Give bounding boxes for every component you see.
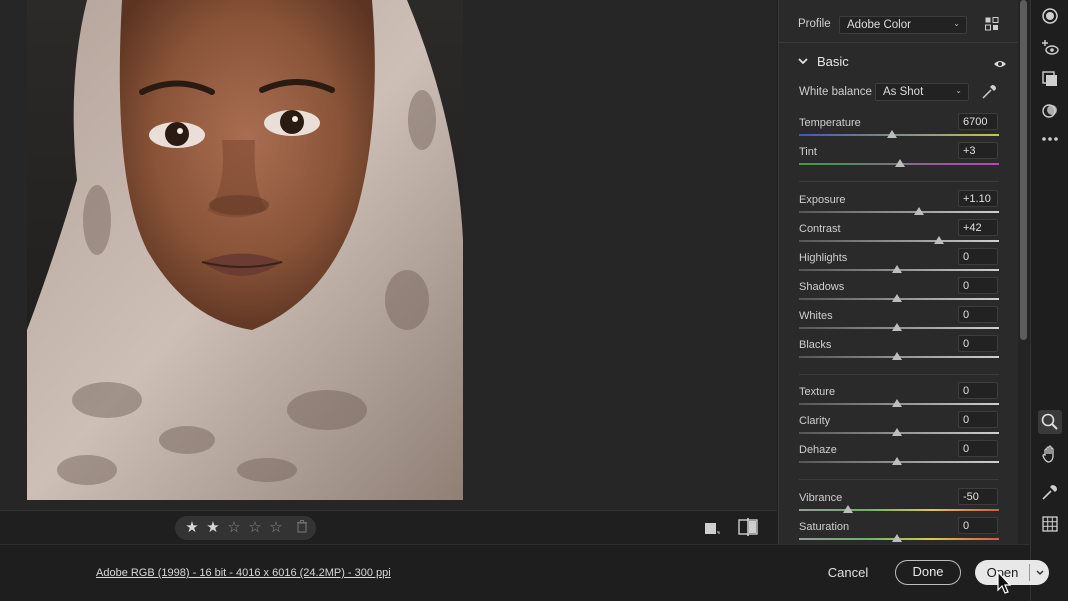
slider-value-input[interactable]: 0 [958,335,998,352]
slider-value-input[interactable]: +42 [958,219,998,236]
eye-icon[interactable] [993,56,1007,67]
slider-label: Exposure [799,194,846,206]
slider-value-input[interactable]: 0 [958,306,998,323]
slider-value-input[interactable]: 0 [958,517,998,534]
hand-icon[interactable] [1040,444,1060,464]
before-after-icon[interactable] [704,520,720,536]
masking-icon[interactable] [1040,69,1060,89]
slider-thumb[interactable] [914,207,924,215]
profile-select[interactable]: Adobe Color ⌄ [839,16,967,34]
star-rating[interactable]: ★ ★ ☆ ☆ ☆ [175,516,316,540]
slider-thumb[interactable] [892,265,902,273]
white-balance-select[interactable]: As Shot ⌄ [875,83,969,101]
white-balance-label: White balance [799,86,872,98]
slider-label: Saturation [799,521,850,533]
eyedropper-icon[interactable] [981,84,997,100]
slider-value-input[interactable]: 0 [958,440,998,457]
slider-thumb[interactable] [892,323,902,331]
blacks-slider[interactable]: Blacks 0 [779,335,1019,368]
slider-value-input[interactable]: 0 [958,382,998,399]
profile-value: Adobe Color [847,19,911,31]
slider-value-input[interactable]: 0 [958,411,998,428]
footer-bar: Adobe RGB (1998) - 16 bit - 4016 x 6016 … [0,544,1049,601]
portrait-photo [27,0,463,500]
trash-icon[interactable] [294,520,310,536]
chevron-down-icon[interactable] [797,54,809,66]
open-button-group: Open [975,560,1049,585]
slider-track[interactable] [799,240,999,242]
slider-label: Dehaze [799,444,837,456]
slider-value-input[interactable]: 0 [958,248,998,265]
slider-value-input[interactable]: -50 [958,488,998,505]
slider-value-input[interactable]: 6700 [958,113,998,130]
slider-label: Clarity [799,415,831,427]
star-icon[interactable]: ★ [184,520,200,536]
slider-thumb[interactable] [892,457,902,465]
camera-raw-window: ★ ★ ☆ ☆ ☆ Profile Adobe Color ⌄ Basic Wh… [0,0,1068,601]
workflow-options-link[interactable]: Adobe RGB (1998) - 16 bit - 4016 x 6016 … [96,567,391,579]
slider-thumb[interactable] [895,159,905,167]
slider-value-input[interactable]: +1.10 [958,190,998,207]
slider-thumb[interactable] [892,428,902,436]
slider-track[interactable] [799,134,999,136]
dehaze-slider[interactable]: Dehaze 0 [779,440,1019,473]
divider [1029,564,1030,581]
compare-icon[interactable] [738,518,758,536]
panel-scrollbar[interactable] [1018,0,1030,544]
grid-icon[interactable] [1040,514,1060,534]
slider-thumb[interactable] [892,294,902,302]
slider-thumb[interactable] [887,130,897,138]
image-toolbar: ★ ★ ☆ ☆ ☆ [0,510,777,544]
more-icon[interactable] [1040,129,1060,149]
mouse-cursor-icon [997,570,1012,595]
divider [799,374,999,375]
edit-icon[interactable] [1040,6,1060,26]
slider-label: Vibrance [799,492,843,504]
tint-slider[interactable]: Tint +3 [779,142,1019,175]
crop-heal-icon[interactable] [1040,38,1060,58]
slider-label: Whites [799,310,833,322]
slider-label: Contrast [799,223,841,235]
divider [799,479,999,480]
slider-thumb[interactable] [892,399,902,407]
basic-section-header[interactable]: Basic [779,48,1019,76]
star-icon[interactable]: ☆ [247,520,263,536]
slider-value-input[interactable]: 0 [958,277,998,294]
slider-value-input[interactable]: +3 [958,142,998,159]
star-icon[interactable]: ★ [205,520,221,536]
slider-label: Temperature [799,117,861,129]
divider [799,181,999,182]
slider-thumb[interactable] [843,505,853,513]
tool-strip [1030,0,1068,601]
profile-row: Profile Adobe Color ⌄ [779,5,1019,43]
slider-thumb[interactable] [892,352,902,360]
star-icon[interactable]: ☆ [268,520,284,536]
profile-label: Profile [798,18,831,30]
slider-label: Highlights [799,252,848,264]
slider-thumb[interactable] [892,534,902,542]
slider-label: Texture [799,386,836,398]
color-sampler-icon[interactable] [1040,482,1060,502]
slider-label: Shadows [799,281,845,293]
star-icon[interactable]: ☆ [226,520,242,536]
profile-browser-icon[interactable] [985,17,999,31]
presets-icon[interactable] [1040,101,1060,121]
white-balance-value: As Shot [883,86,924,98]
slider-thumb[interactable] [934,236,944,244]
slider-label: Blacks [799,339,832,351]
chevron-down-icon: ⌄ [953,19,960,28]
image-canvas[interactable] [0,0,777,510]
slider-track[interactable] [799,211,999,213]
chevron-down-icon: ⌄ [955,86,962,95]
slider-label: Tint [799,146,817,158]
zoom-icon[interactable] [1038,410,1062,434]
cancel-button[interactable]: Cancel [820,561,876,585]
basic-section-title: Basic [817,54,849,69]
done-button[interactable]: Done [895,560,961,585]
edit-panel: Profile Adobe Color ⌄ Basic White balanc… [778,0,1019,544]
chevron-down-icon[interactable] [1032,560,1048,585]
slider-track[interactable] [799,509,999,511]
scrollbar-thumb[interactable] [1020,0,1027,340]
